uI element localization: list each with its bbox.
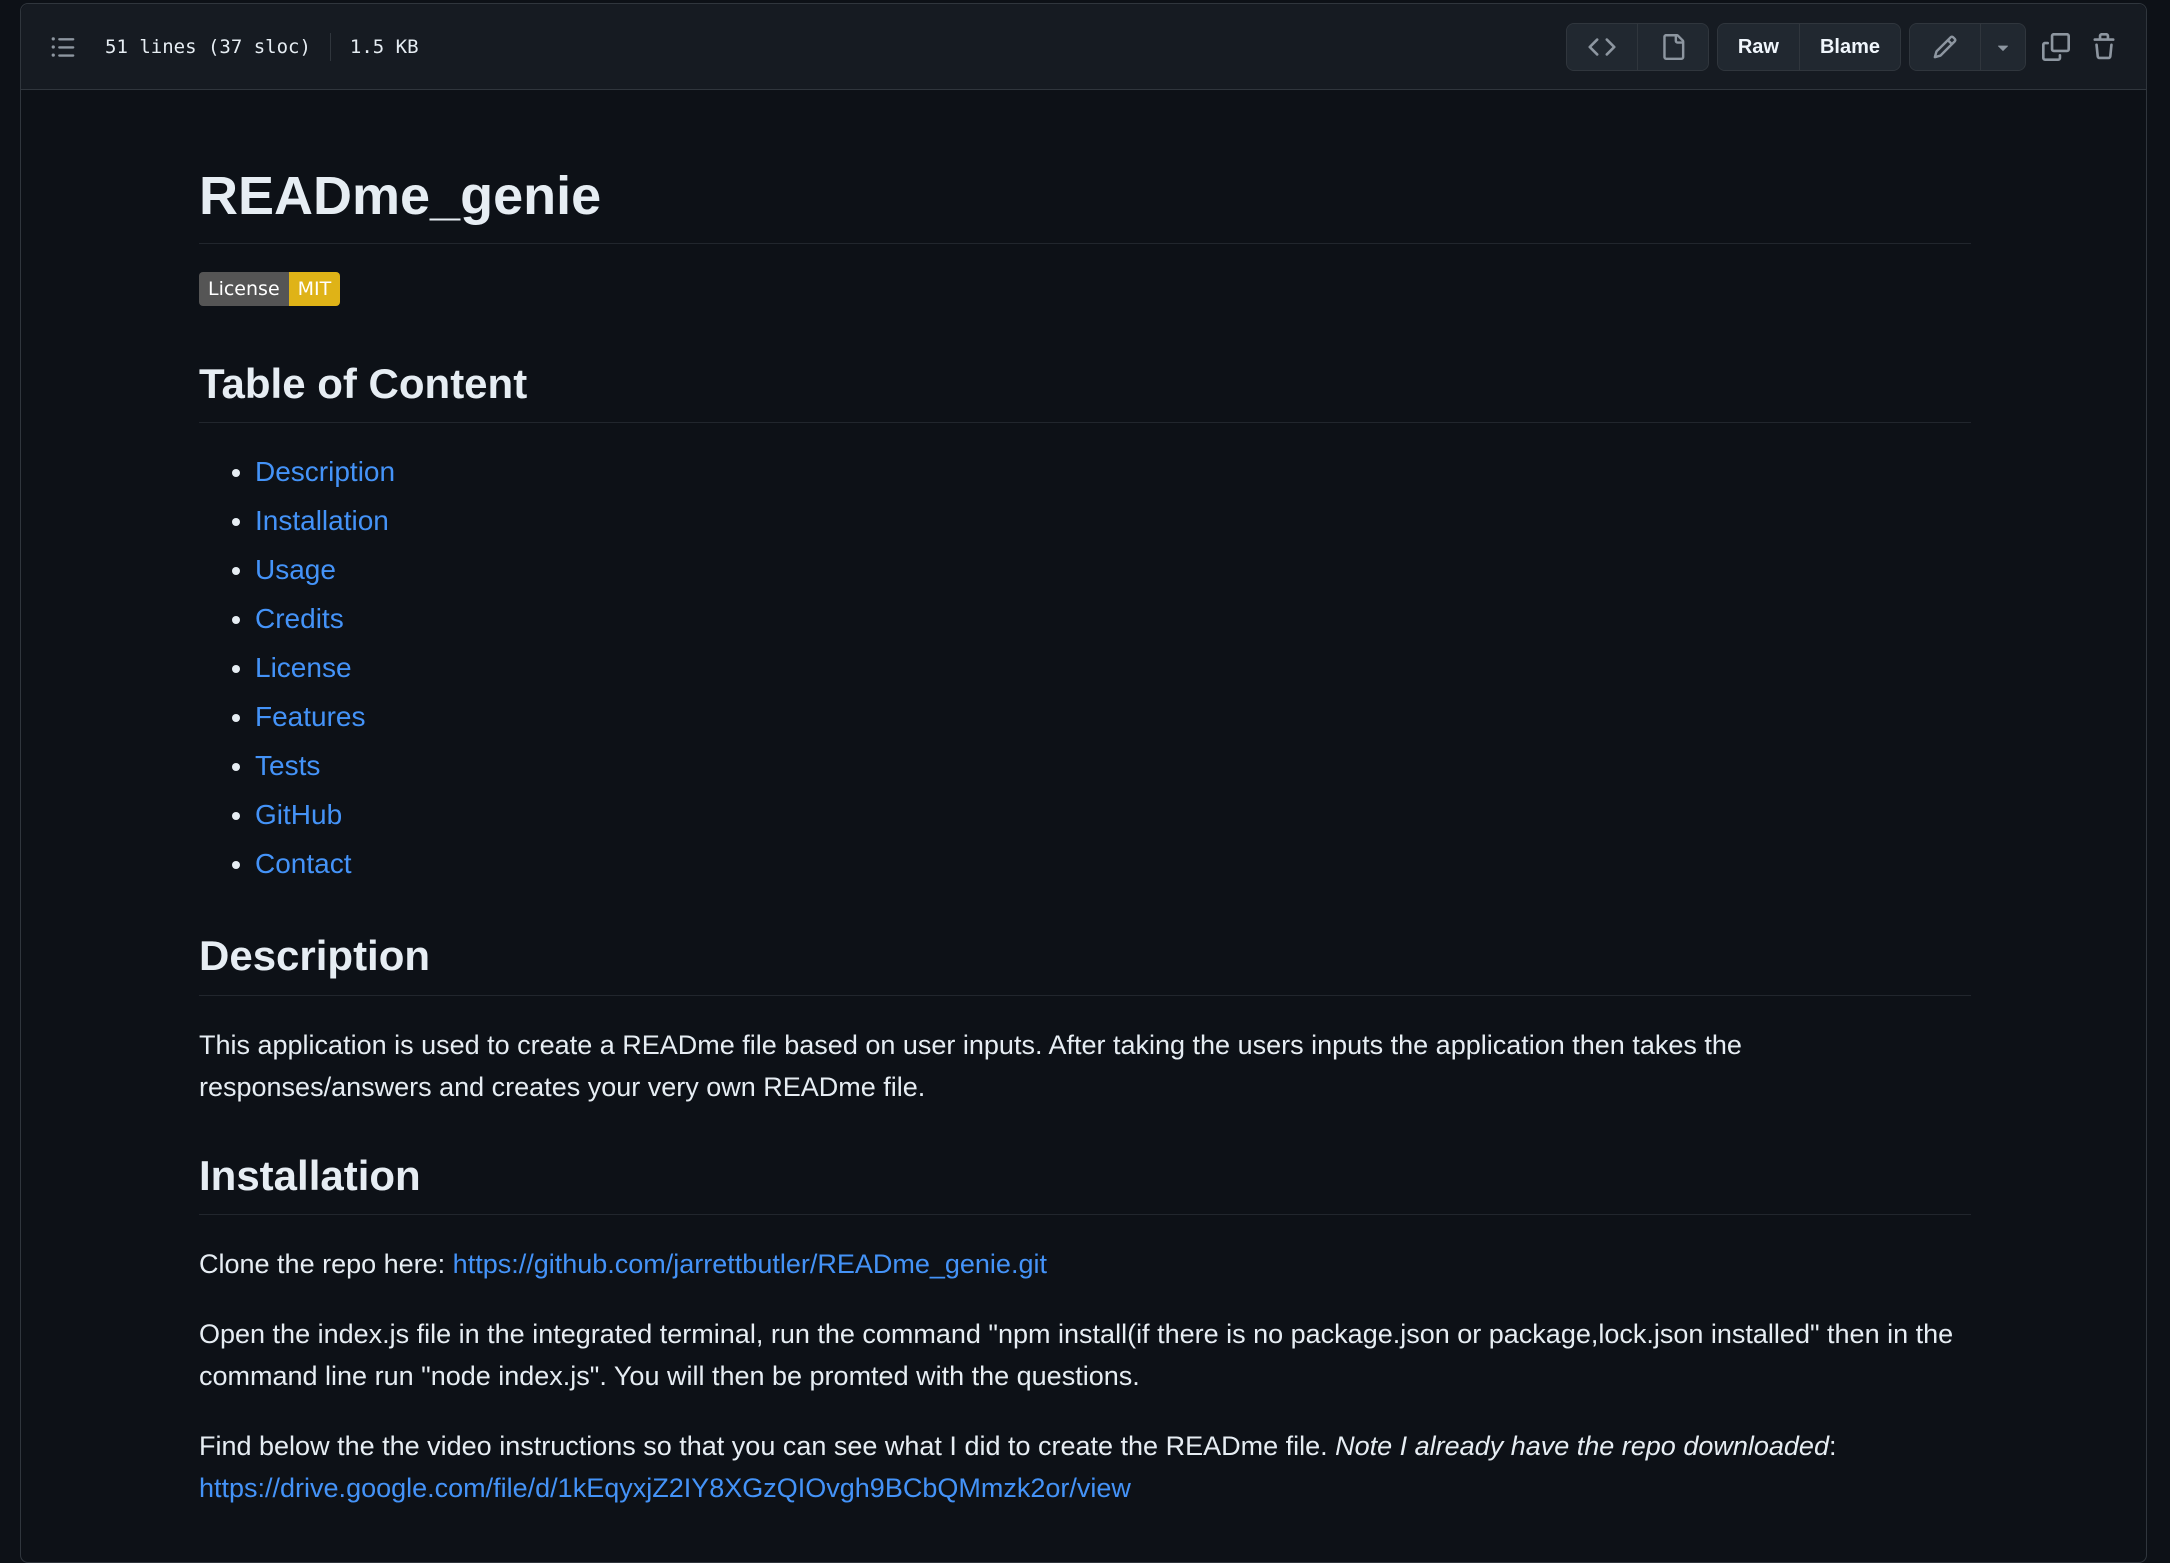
list-item: License [255, 643, 1971, 692]
toc-link-description[interactable]: Description [255, 456, 395, 487]
list-item: Description [255, 447, 1971, 496]
license-badge[interactable]: License MIT [199, 271, 341, 306]
toc-list: Description Installation Usage Credits L… [199, 447, 1971, 888]
code-icon [1588, 38, 1616, 56]
description-text: This application is used to create a REA… [199, 1029, 1742, 1102]
clone-paragraph: Clone the repo here: https://github.com/… [199, 1243, 1971, 1285]
code-view-button[interactable] [1566, 24, 1637, 70]
outline-toggle-button[interactable] [41, 25, 85, 69]
video-link[interactable]: https://drive.google.com/file/d/1kEqyxjZ… [199, 1473, 1131, 1503]
toc-link-features[interactable]: Features [255, 701, 366, 732]
file-actions: Raw Blame [1565, 23, 2128, 71]
clone-repo-link[interactable]: https://github.com/jarrettbutler/READme_… [453, 1249, 1047, 1279]
open-instructions-text: Open the index.js file in the integrated… [199, 1319, 1954, 1392]
file-toolbar: 51 lines (37 sloc) 1.5 KB Raw Blame [21, 4, 2146, 90]
preview-button[interactable] [1636, 24, 1708, 70]
line-count: 51 lines (37 sloc) [105, 35, 311, 58]
video-paragraph: Find below the the video instructions so… [199, 1425, 1971, 1509]
toc-link-github[interactable]: GitHub [255, 799, 342, 830]
toc-heading: Table of Content [199, 358, 1971, 424]
readme-content: READme_genie License MIT Table of Conten… [199, 164, 1971, 1509]
file-viewer: 51 lines (37 sloc) 1.5 KB Raw Blame READ… [20, 3, 2147, 1563]
readme-title: READme_genie [199, 164, 1971, 244]
list-item: GitHub [255, 790, 1971, 839]
view-mode-group [1565, 23, 1709, 71]
toc-link-license[interactable]: License [255, 652, 352, 683]
badge-value: MIT [288, 271, 341, 306]
edit-dropdown-button[interactable] [1980, 24, 2025, 70]
list-unordered-icon [51, 36, 75, 57]
trash-icon [2093, 33, 2115, 60]
blame-button[interactable]: Blame [1798, 24, 1900, 70]
list-item: Credits [255, 594, 1971, 643]
raw-blame-group: Raw Blame [1716, 23, 1901, 71]
delete-file-button[interactable] [2080, 24, 2128, 70]
copy-raw-button[interactable] [2032, 24, 2080, 70]
list-item: Usage [255, 545, 1971, 594]
toc-link-installation[interactable]: Installation [255, 505, 389, 536]
video-text: Find below the the video instructions so… [199, 1431, 1336, 1462]
badge-label: License [199, 271, 289, 306]
list-item: Installation [255, 496, 1971, 545]
toc-link-usage[interactable]: Usage [255, 554, 336, 585]
meta-divider [329, 32, 331, 61]
file-meta: 51 lines (37 sloc) 1.5 KB [105, 32, 419, 61]
clone-text: Clone the repo here: [199, 1249, 453, 1280]
toc-link-contact[interactable]: Contact [255, 848, 352, 879]
list-item: Tests [255, 741, 1971, 790]
edit-group [1909, 23, 2026, 71]
toc-link-credits[interactable]: Credits [255, 603, 344, 634]
triangle-down-icon [1997, 45, 2009, 51]
raw-button[interactable]: Raw [1717, 24, 1799, 70]
file-size: 1.5 KB [349, 35, 419, 58]
list-item: Features [255, 692, 1971, 741]
file-icon [1663, 34, 1685, 60]
video-note: Note I already have the repo downloaded [1335, 1431, 1829, 1462]
copy-icon [2042, 33, 2070, 61]
toc-link-tests[interactable]: Tests [255, 750, 320, 781]
video-colon: : [1828, 1431, 1837, 1462]
pencil-icon [1933, 35, 1957, 59]
edit-file-button[interactable] [1910, 24, 1980, 70]
list-item: Contact [255, 839, 1971, 888]
description-heading: Description [199, 930, 1971, 996]
installation-heading: Installation [199, 1150, 1971, 1216]
